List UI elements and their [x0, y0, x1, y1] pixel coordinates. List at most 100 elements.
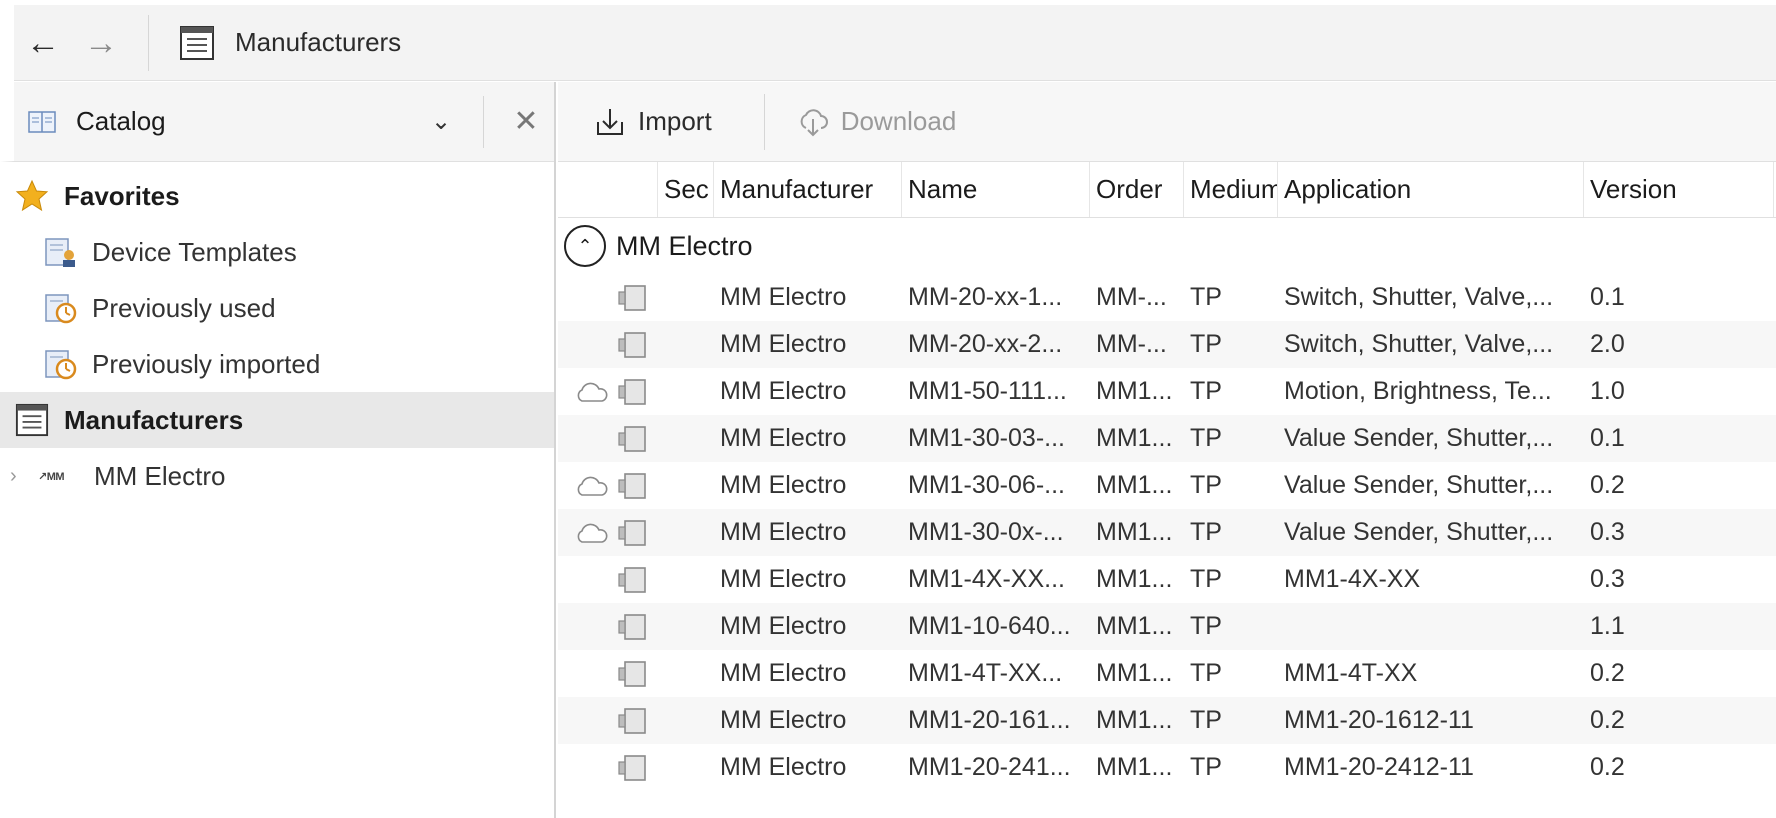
cell-name: MM1-4T-XX...: [908, 659, 1063, 687]
tree-item-device-templates[interactable]: Device Templates: [0, 224, 554, 280]
cloud-icon: [577, 523, 608, 543]
close-icon[interactable]: ✕: [498, 104, 554, 139]
cell-medium: TP: [1190, 283, 1222, 311]
cell-sec: [658, 509, 714, 556]
cell-medium: TP: [1190, 518, 1222, 546]
cell-order: MM1...: [1096, 565, 1173, 593]
row-icons: [558, 697, 658, 744]
title-bar: ← → Manufacturers: [14, 5, 1776, 81]
catalog-pane: Catalog ⌄ ✕ Favorites Device Templates P…: [0, 82, 556, 818]
tree-item-label: Device Templates: [92, 236, 297, 267]
grid-header: Sec Manufacturer Name Order Medium Appli…: [558, 162, 1776, 218]
cell-manufacturer: MM Electro: [720, 659, 847, 687]
chevron-right-icon[interactable]: ›: [10, 465, 38, 488]
cell-medium: TP: [1190, 659, 1222, 687]
cell-medium: TP: [1190, 565, 1222, 593]
manufacturer-logo: ↗MM: [38, 470, 65, 483]
column-header-sec[interactable]: Sec: [658, 162, 714, 217]
cell-name: MM1-30-03-...: [908, 424, 1065, 452]
cell-order: MM1...: [1096, 424, 1173, 452]
table-row[interactable]: MM Electro MM-20-xx-2... MM-... TP Switch, S…: [558, 321, 1776, 368]
table-row[interactable]: MM Electro MM1-20-161... MM1... TP MM1-20-16…: [558, 697, 1776, 744]
table-row[interactable]: MM Electro MM1-10-640... MM1... TP 1.1: [558, 603, 1776, 650]
group-header-mm-electro[interactable]: ⌃ MM Electro: [558, 218, 1776, 274]
catalog-divider: [483, 95, 484, 148]
cell-application: MM1-4T-XX: [1284, 659, 1418, 687]
import-button[interactable]: Import: [594, 94, 712, 150]
cell-sec: [658, 650, 714, 697]
cloud-download-icon: [800, 108, 828, 136]
cell-medium: TP: [1190, 612, 1222, 640]
cell-version: 0.3: [1590, 565, 1625, 593]
column-header-name[interactable]: Name: [902, 162, 1090, 217]
chevron-up-icon[interactable]: ⌃: [564, 225, 606, 267]
column-header-version[interactable]: Version: [1584, 162, 1774, 217]
tree-item-label: Manufacturers: [64, 404, 244, 435]
cell-manufacturer: MM Electro: [720, 753, 847, 781]
cell-name: MM1-10-640...: [908, 612, 1071, 640]
row-icons: [558, 744, 658, 791]
table-row[interactable]: MM Electro MM1-30-06-... MM1... TP Value Sen…: [558, 462, 1776, 509]
cell-order: MM1...: [1096, 377, 1173, 405]
table-row[interactable]: MM Electro MM1-30-03-... MM1... TP Value Sen…: [558, 415, 1776, 462]
chevron-down-icon[interactable]: ⌄: [413, 107, 469, 136]
table-row[interactable]: MM Electro MM1-4T-XX... MM1... TP MM1-4T-XX 0…: [558, 650, 1776, 697]
cell-medium: TP: [1190, 471, 1222, 499]
cell-sec: [658, 274, 714, 321]
cell-manufacturer: MM Electro: [720, 330, 847, 358]
tree-item-favorites[interactable]: Favorites: [0, 168, 554, 224]
cell-version: 0.2: [1590, 706, 1625, 734]
cell-sec: [658, 368, 714, 415]
device-icon: [618, 331, 646, 358]
arrow-right-icon: →: [84, 23, 118, 62]
row-icons: [558, 556, 658, 603]
back-button[interactable]: ←: [14, 15, 72, 71]
table-row[interactable]: MM Electro MM1-50-111... MM1... TP Motion, B…: [558, 368, 1776, 415]
tree-item-previously-imported[interactable]: Previously imported: [0, 336, 554, 392]
list-window-icon: [180, 25, 214, 60]
cell-order: MM1...: [1096, 706, 1173, 734]
cell-version: 0.1: [1590, 424, 1625, 452]
cell-name: MM1-30-0x-...: [908, 518, 1064, 546]
tree-item-mm-electro[interactable]: › ↗MM MM Electro: [0, 448, 554, 504]
cell-application: MM1-20-2412-11: [1284, 753, 1474, 781]
tree-item-label: Previously imported: [92, 348, 321, 379]
cell-application: Value Sender, Shutter,...: [1284, 471, 1554, 499]
table-row[interactable]: MM Electro MM1-4X-XX... MM1... TP MM1-4X-XX 0…: [558, 556, 1776, 603]
catalog-selector[interactable]: Catalog ⌄ ✕: [0, 82, 554, 162]
device-icon: [618, 613, 646, 640]
cell-application: MM1-20-1612-11: [1284, 706, 1474, 734]
download-button[interactable]: Download: [797, 94, 956, 150]
tree-item-previously-used[interactable]: Previously used: [0, 280, 554, 336]
cell-manufacturer: MM Electro: [720, 377, 847, 405]
row-icons: [558, 415, 658, 462]
cell-sec: [658, 697, 714, 744]
row-icons: [558, 650, 658, 697]
forward-button[interactable]: →: [72, 15, 130, 71]
products-pane: Import Download Sec Manufacturer Name Or…: [558, 82, 1776, 818]
device-icon: [618, 754, 646, 781]
table-row[interactable]: MM Electro MM1-30-0x-... MM1... TP Value Sen…: [558, 509, 1776, 556]
table-row[interactable]: MM Electro MM-20-xx-1... MM-... TP Switch, S…: [558, 274, 1776, 321]
tree-item-manufacturers[interactable]: Manufacturers: [0, 392, 554, 448]
device-icon: [618, 284, 646, 311]
column-header-manufacturer[interactable]: Manufacturer: [714, 162, 902, 217]
device-icon: [618, 425, 646, 452]
cell-sec: [658, 556, 714, 603]
cell-order: MM-...: [1096, 330, 1167, 358]
column-header-order[interactable]: Order: [1090, 162, 1184, 217]
cell-sec: [658, 603, 714, 650]
tree-item-label: MM Electro: [94, 460, 226, 491]
cell-sec: [658, 415, 714, 462]
table-row[interactable]: MM Electro MM1-20-241... MM1... TP MM1-20-24…: [558, 744, 1776, 791]
column-header-application[interactable]: Application: [1278, 162, 1584, 217]
list-window-icon: [15, 403, 49, 437]
cell-sec: [658, 321, 714, 368]
cell-name: MM1-20-241...: [908, 753, 1071, 781]
cell-manufacturer: MM Electro: [720, 612, 847, 640]
cell-manufacturer: MM Electro: [720, 424, 847, 452]
column-header-medium[interactable]: Medium: [1184, 162, 1278, 217]
tree-item-label: Previously used: [92, 292, 276, 323]
toolbar-divider: [148, 14, 149, 71]
cell-order: MM1...: [1096, 753, 1173, 781]
